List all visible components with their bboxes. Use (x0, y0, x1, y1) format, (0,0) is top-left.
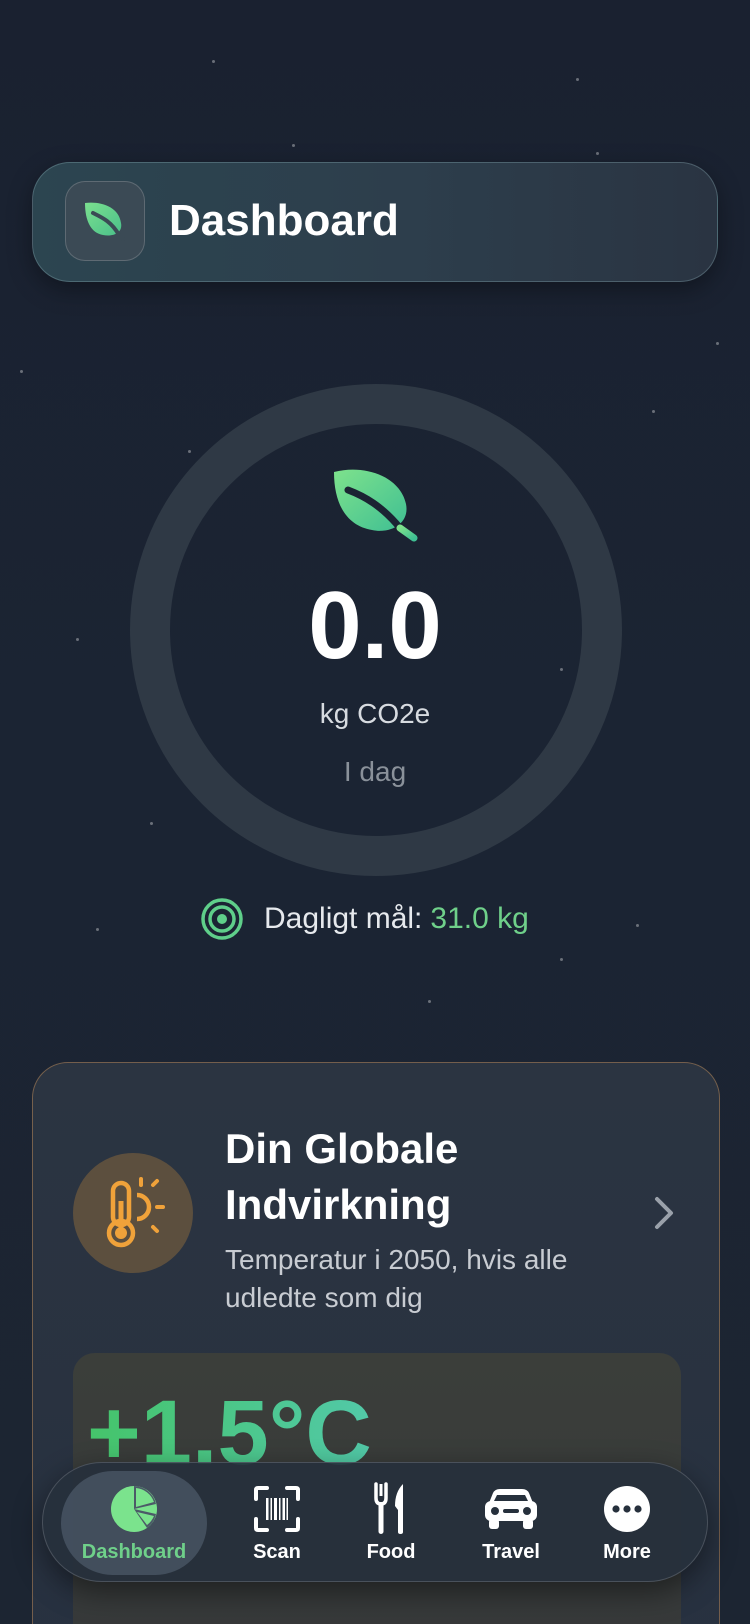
fork-knife-icon (373, 1481, 409, 1537)
more-dots-icon (603, 1481, 651, 1537)
background-star (716, 342, 719, 345)
background-star (188, 450, 191, 453)
tab-food[interactable]: Food (329, 1471, 453, 1575)
background-star (150, 822, 153, 825)
tab-label: Travel (482, 1541, 540, 1563)
tab-travel[interactable]: Travel (449, 1471, 573, 1575)
background-star (292, 144, 295, 147)
background-star (636, 924, 639, 927)
car-icon (483, 1481, 539, 1537)
tab-label: Food (366, 1541, 416, 1563)
background-star (428, 1000, 431, 1003)
goal-value: 31.0 kg (430, 902, 529, 935)
card-title: Din Globale Indvirkning (225, 1125, 459, 1228)
tab-label: Scan (253, 1541, 301, 1563)
page-title: Dashboard (169, 196, 399, 245)
background-star (596, 152, 599, 155)
tab-label: More (603, 1541, 651, 1563)
tab-scan[interactable]: Scan (215, 1471, 339, 1575)
background-star (560, 958, 563, 961)
background-star (576, 78, 579, 81)
card-subtitle: Temperatur i 2050, hvis alle udledte som… (225, 1244, 568, 1313)
pie-chart-icon (109, 1481, 159, 1537)
daily-goal: Dagligt mål: 31.0 kg (200, 896, 529, 942)
leaf-icon (65, 181, 145, 261)
emissions-period: I dag (343, 756, 407, 787)
thermometer-sun-icon (73, 1153, 193, 1273)
emissions-unit: kg CO2e (319, 698, 431, 729)
target-icon (201, 898, 243, 940)
emissions-value: 0.0 (308, 572, 442, 679)
background-star (212, 60, 215, 63)
tab-dashboard[interactable]: Dashboard (61, 1471, 207, 1575)
goal-label: Dagligt mål: (264, 902, 423, 935)
barcode-scan-icon (253, 1481, 301, 1537)
background-star (20, 370, 23, 373)
background-star (96, 928, 99, 931)
tab-bar: Dashboard Scan Food Travel More (42, 1462, 708, 1582)
tab-more[interactable]: More (565, 1471, 689, 1575)
leaf-icon (330, 466, 422, 547)
dashboard-header: Dashboard (32, 162, 718, 282)
tab-label: Dashboard (81, 1541, 187, 1563)
background-star (652, 410, 655, 413)
chevron-right-icon[interactable] (653, 1195, 675, 1231)
